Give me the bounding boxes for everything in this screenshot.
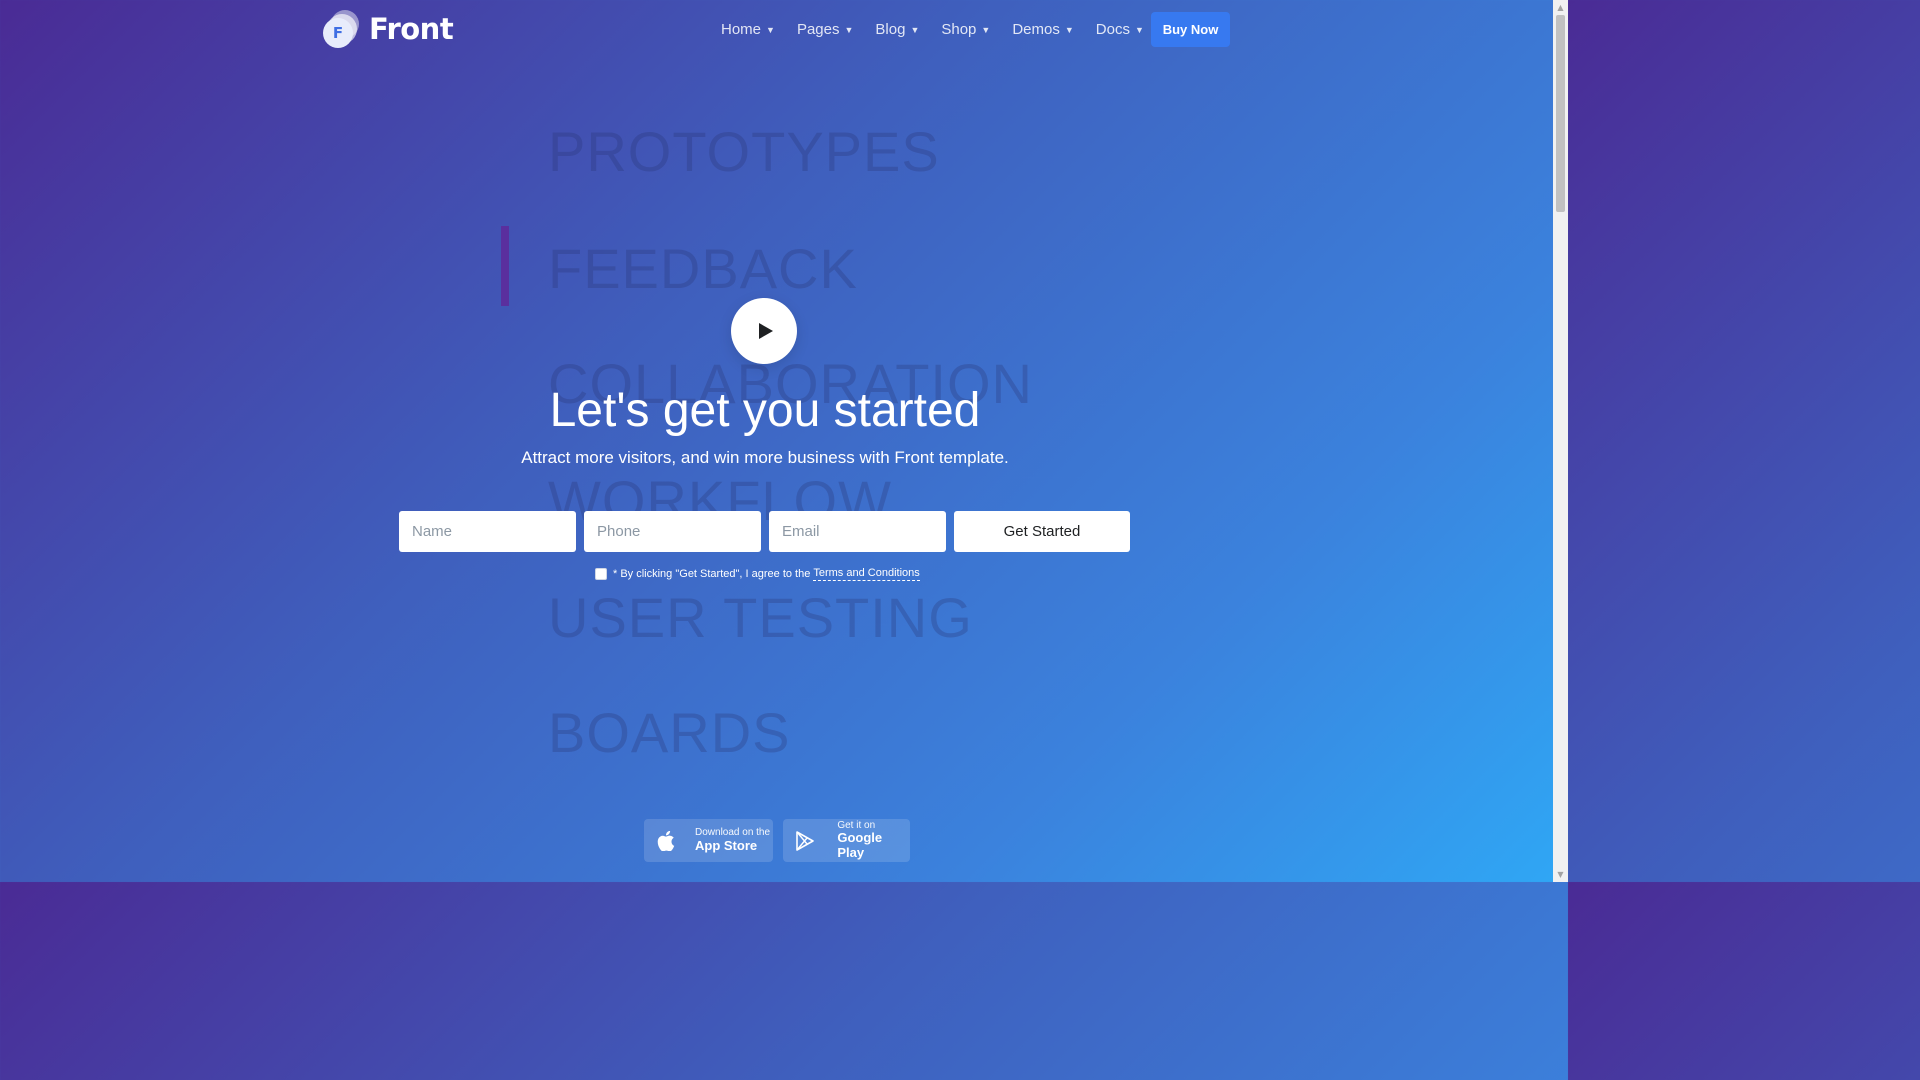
scroll-down-icon[interactable]: ▼ bbox=[1553, 867, 1568, 882]
terms-checkbox[interactable] bbox=[595, 568, 607, 580]
logo-letter: F bbox=[323, 18, 353, 48]
chevron-down-icon: ▼ bbox=[844, 25, 854, 35]
apple-icon bbox=[656, 830, 676, 851]
chevron-down-icon: ▼ bbox=[766, 25, 775, 35]
nav-item-pages[interactable]: Pages ▼ bbox=[797, 18, 853, 40]
background-word: FEEDBACK bbox=[548, 237, 858, 300]
app-store-small-text: Download on the bbox=[695, 827, 771, 839]
google-play-icon bbox=[795, 830, 814, 851]
nav-item-home[interactable]: Home ▼ bbox=[721, 18, 775, 40]
hero-title: Let's get you started bbox=[549, 384, 981, 437]
page-scrollbar[interactable]: ▲ ▼ bbox=[1553, 0, 1568, 882]
hero-subtitle: Attract more visitors, and win more busi… bbox=[521, 448, 1009, 467]
main-nav: Home ▼ Pages ▼ Blog ▼ Shop ▼ Demos ▼ Doc… bbox=[721, 18, 1166, 40]
play-icon bbox=[759, 323, 773, 339]
get-started-button[interactable]: Get Started bbox=[954, 511, 1130, 552]
nav-item-label: Pages bbox=[796, 20, 840, 38]
google-play-small-text: Get it on bbox=[837, 819, 876, 831]
app-store-button[interactable]: Download on the App Store bbox=[644, 819, 773, 862]
buy-now-button[interactable]: Buy Now bbox=[1151, 12, 1230, 47]
chevron-down-icon: ▼ bbox=[1134, 25, 1144, 35]
nav-item-label: Blog bbox=[875, 20, 906, 38]
google-play-button[interactable]: Get it on Google Play bbox=[783, 819, 910, 862]
nav-item-label: Shop bbox=[941, 20, 977, 38]
google-play-label: Google Play bbox=[837, 830, 883, 861]
chevron-down-icon: ▼ bbox=[981, 25, 991, 35]
scroll-up-icon[interactable]: ▲ bbox=[1553, 0, 1568, 15]
terms-link[interactable]: Terms and Conditions bbox=[813, 567, 920, 581]
logo-icon: F bbox=[323, 10, 361, 48]
nav-item-shop[interactable]: Shop ▼ bbox=[941, 18, 990, 40]
chevron-down-icon: ▼ bbox=[1064, 25, 1074, 35]
chevron-down-icon: ▼ bbox=[910, 25, 920, 35]
app-store-label: App Store bbox=[695, 837, 758, 853]
phone-input[interactable] bbox=[584, 511, 761, 552]
nav-item-blog[interactable]: Blog ▼ bbox=[875, 18, 919, 40]
scrollbar-thumb[interactable] bbox=[1556, 15, 1565, 212]
brand-logo[interactable]: F Front bbox=[323, 9, 454, 49]
background-word: PROTOTYPES bbox=[548, 120, 940, 183]
background-word: USER TESTING bbox=[548, 586, 973, 649]
typing-cursor bbox=[501, 226, 509, 306]
nav-item-demos[interactable]: Demos ▼ bbox=[1012, 18, 1073, 40]
nav-item-label: Home bbox=[721, 20, 762, 38]
nav-item-docs[interactable]: Docs ▼ bbox=[1096, 18, 1144, 40]
nav-item-label: Docs bbox=[1095, 20, 1130, 38]
nav-item-label: Demos bbox=[1012, 20, 1060, 38]
brand-name: Front bbox=[369, 12, 454, 46]
name-input[interactable] bbox=[399, 511, 576, 552]
background-word: BOARDS bbox=[548, 701, 791, 764]
terms-text: * By clicking "Get Started", I agree to … bbox=[613, 568, 811, 580]
email-input[interactable] bbox=[769, 511, 946, 552]
play-video-button[interactable] bbox=[731, 298, 797, 364]
terms-agreement: * By clicking "Get Started", I agree to … bbox=[595, 567, 920, 581]
